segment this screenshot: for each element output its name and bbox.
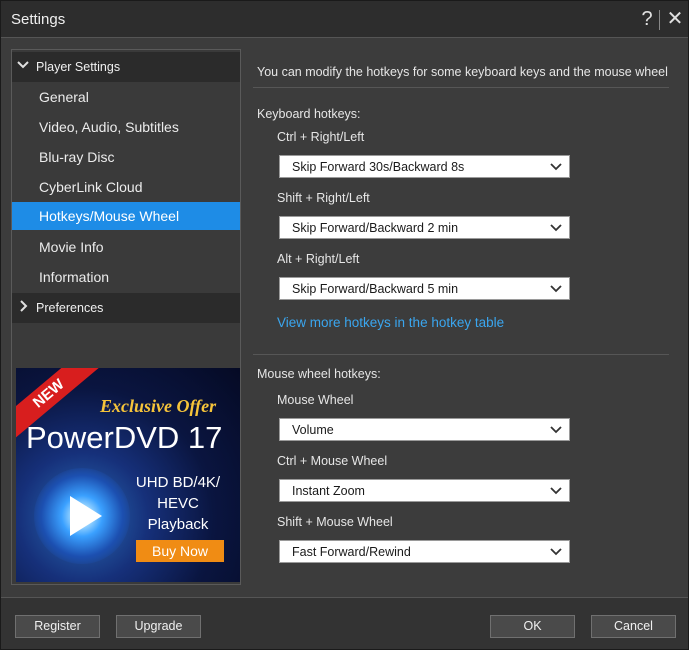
alt-right-left-select[interactable]: Skip Forward/Backward 5 min [279,277,570,300]
sidebar-item-general[interactable]: General [12,83,240,111]
ok-button[interactable]: OK [490,615,575,638]
sidebar-group-preferences[interactable]: Preferences [12,293,240,323]
select-value: Instant Zoom [292,484,365,498]
title-bar: Settings ? ✕ [1,1,688,38]
chevron-down-icon [550,285,562,293]
titlebar-divider [659,10,660,30]
shift-mouse-wheel-select[interactable]: Fast Forward/Rewind [279,540,570,563]
sidebar-item-label: CyberLink Cloud [39,179,143,195]
hotkeys-panel: You can modify the hotkeys for some keyb… [247,49,677,585]
select-value: Skip Forward/Backward 2 min [292,221,459,235]
shift-right-left-label: Shift + Right/Left [277,191,370,205]
offer-text: Exclusive Offer [100,396,217,416]
mouse-wheel-select[interactable]: Volume [279,418,570,441]
alt-right-left-label: Alt + Right/Left [277,252,360,266]
sidebar-item-label: Video, Audio, Subtitles [39,119,179,135]
register-button[interactable]: Register [15,615,100,638]
sidebar-item-movie-info[interactable]: Movie Info [12,233,240,261]
upgrade-button[interactable]: Upgrade [116,615,201,638]
mouse-wheel-label: Mouse Wheel [277,393,354,407]
select-value: Skip Forward 30s/Backward 8s [292,160,465,174]
sidebar-item-label: General [39,89,89,105]
select-value: Volume [292,423,334,437]
hotkey-table-link[interactable]: View more hotkeys in the hotkey table [277,315,504,330]
window-title: Settings [11,11,66,28]
feature-line: Playback [147,516,209,533]
sidebar-item-label: Blu-ray Disc [39,149,115,165]
select-value: Skip Forward/Backward 5 min [292,282,459,296]
feature-line: UHD BD/4K/ [135,474,221,491]
sidebar-item-hotkeys-mouse-wheel[interactable]: Hotkeys/Mouse Wheel [12,202,240,230]
help-icon[interactable]: ? [637,7,657,31]
promo-banner[interactable]: NEW Exclusive Offer PowerDVD 17 UHD BD/4… [16,368,240,582]
play-icon [70,496,102,536]
sidebar-item-label: Movie Info [39,239,104,255]
chevron-right-icon [20,300,28,312]
sidebar-item-label: Information [39,269,110,285]
ctrl-mouse-wheel-label: Ctrl + Mouse Wheel [277,454,388,468]
mouse-wheel-hotkeys-heading: Mouse wheel hotkeys: [257,367,381,381]
chevron-down-icon [17,61,29,69]
sidebar-item-information[interactable]: Information [12,263,240,291]
divider [253,354,669,355]
dialog-footer: Register Upgrade OK Cancel [1,597,688,649]
settings-sidebar: Player Settings General Video, Audio, Su… [11,49,241,585]
ctrl-right-left-select[interactable]: Skip Forward 30s/Backward 8s [279,155,570,178]
chevron-down-icon [550,487,562,495]
cancel-button[interactable]: Cancel [591,615,676,638]
ctrl-right-left-label: Ctrl + Right/Left [277,130,365,144]
divider [253,87,669,88]
intro-text: You can modify the hotkeys for some keyb… [257,65,668,79]
sidebar-item-bluray-disc[interactable]: Blu-ray Disc [12,143,240,171]
feature-list: UHD BD/4K/ HEVC Playback [128,472,228,535]
sidebar-item-label: Hotkeys/Mouse Wheel [39,208,180,224]
keyboard-hotkeys-heading: Keyboard hotkeys: [257,107,361,121]
chevron-down-icon [550,163,562,171]
chevron-down-icon [550,426,562,434]
feature-line: HEVC [157,495,199,512]
chevron-down-icon [550,548,562,556]
sidebar-item-cyberlink-cloud[interactable]: CyberLink Cloud [12,173,240,201]
chevron-down-icon [550,224,562,232]
shift-mouse-wheel-label: Shift + Mouse Wheel [277,515,393,529]
settings-window: Settings ? ✕ Player Settings General Vid… [0,0,689,650]
ctrl-mouse-wheel-select[interactable]: Instant Zoom [279,479,570,502]
close-icon[interactable]: ✕ [665,7,685,31]
shift-right-left-select[interactable]: Skip Forward/Backward 2 min [279,216,570,239]
product-name: PowerDVD 17 [26,420,223,455]
sidebar-item-video-audio-subtitles[interactable]: Video, Audio, Subtitles [12,113,240,141]
sidebar-group-label: Player Settings [36,60,121,74]
sidebar-group-label: Preferences [36,301,104,315]
sidebar-group-player-settings[interactable]: Player Settings [12,52,240,82]
select-value: Fast Forward/Rewind [292,545,411,559]
buy-now-button[interactable]: Buy Now [136,540,224,562]
